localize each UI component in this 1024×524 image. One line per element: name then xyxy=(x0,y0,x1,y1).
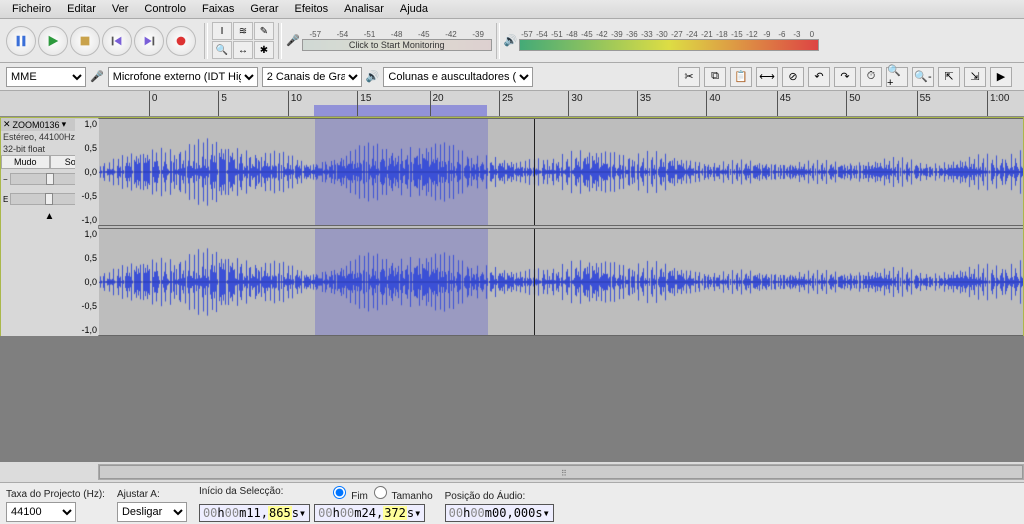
snap-select[interactable]: Desligar xyxy=(117,502,187,522)
speaker-device-icon: 🔊 xyxy=(366,70,380,83)
pan-slider[interactable] xyxy=(10,193,88,205)
waveform-display[interactable]: 1,00,50,0-0,5-1,0 1,00,50,0-0,5-1,0 xyxy=(99,118,1023,336)
track-close-icon[interactable]: ✕ xyxy=(3,119,11,130)
tracks-area: ✕ ZOOM0136 ▾ Estéreo, 44100Hz 32-bit flo… xyxy=(0,117,1024,337)
transport-controls xyxy=(2,26,200,56)
stop-button[interactable] xyxy=(70,26,100,56)
tool-palette: I ≋ ✎ 🔍 ↔ ✱ xyxy=(212,22,274,59)
project-rate-select[interactable]: 44100 xyxy=(6,502,76,522)
horizontal-scrollbar[interactable]: ⠿ xyxy=(98,464,1024,480)
monitoring-hint[interactable]: Click to Start Monitoring xyxy=(303,40,491,50)
sync-lock-button[interactable]: ⏱ xyxy=(860,67,882,87)
menu-analisar[interactable]: Analisar xyxy=(336,1,392,17)
fit-project-button[interactable]: ⇲ xyxy=(964,67,986,87)
device-toolbar: MME 🎤 Microfone externo (IDT High D 2 Ca… xyxy=(0,63,1024,91)
mic-device-icon: 🎤 xyxy=(90,70,104,83)
gain-slider[interactable] xyxy=(10,173,90,185)
audio-position-time[interactable]: 00 h 00 m 00,000 s▾ xyxy=(445,504,554,522)
menu-editar[interactable]: Editar xyxy=(59,1,104,17)
fit-selection-button[interactable]: ⇱ xyxy=(938,67,960,87)
skip-start-button[interactable] xyxy=(102,26,132,56)
redo-button[interactable]: ↷ xyxy=(834,67,856,87)
skip-end-button[interactable] xyxy=(134,26,164,56)
menu-bar: Ficheiro Editar Ver Controlo Faixas Gera… xyxy=(0,0,1024,19)
envelope-tool[interactable]: ≋ xyxy=(233,22,253,40)
input-device-select[interactable]: Microfone externo (IDT High D xyxy=(108,67,258,87)
pause-button[interactable] xyxy=(6,26,36,56)
zoom-out-button[interactable]: 🔍- xyxy=(912,67,934,87)
menu-controlo[interactable]: Controlo xyxy=(136,1,194,17)
length-radio[interactable]: Tamanho xyxy=(374,486,433,502)
zoom-tool[interactable]: 🔍 xyxy=(212,41,232,59)
end-radio[interactable]: Fim xyxy=(333,486,367,502)
mic-icon: 🎤 xyxy=(286,34,300,47)
track-collapse-button[interactable]: ▲ xyxy=(1,209,98,224)
menu-gerar[interactable]: Gerar xyxy=(242,1,286,17)
silence-button[interactable]: ⊘ xyxy=(782,67,804,87)
menu-ficheiro[interactable]: Ficheiro xyxy=(4,1,59,17)
solo-button[interactable]: Solo xyxy=(50,155,99,169)
audio-position-label: Posição do Áudio: xyxy=(445,491,554,502)
paste-button[interactable]: 📋 xyxy=(730,67,752,87)
cut-button[interactable]: ✂ xyxy=(678,67,700,87)
audio-host-select[interactable]: MME xyxy=(6,67,86,87)
selection-start-time[interactable]: 00 h 00 m 11,865 s▾ xyxy=(199,504,310,522)
toolbar-main: I ≋ ✎ 🔍 ↔ ✱ 🎤 -57-54-51-48-45-42-39 Clic… xyxy=(0,19,1024,63)
track-format-info: Estéreo, 44100Hz xyxy=(1,131,98,143)
selection-start-label: Início da Selecção: xyxy=(199,486,284,502)
playback-meter[interactable]: 🔊 -57-54-51-48-45-42-39-36-33-30-27-24-2… xyxy=(504,30,820,51)
zoom-in-button[interactable]: 🔍+ xyxy=(886,67,908,87)
play-button[interactable] xyxy=(38,26,68,56)
track-bitdepth-info: 32-bit float xyxy=(1,143,98,155)
project-rate-label: Taxa do Projecto (Hz): xyxy=(6,489,105,500)
selection-toolbar: Taxa do Projecto (Hz): 44100 Ajustar A: … xyxy=(0,482,1024,524)
record-button[interactable] xyxy=(166,26,196,56)
empty-track-space xyxy=(0,336,1024,462)
speaker-icon: 🔊 xyxy=(504,34,518,47)
snap-label: Ajustar A: xyxy=(117,489,187,500)
multi-tool[interactable]: ✱ xyxy=(254,41,274,59)
output-device-select[interactable]: Colunas e auscultadores (IDT xyxy=(383,67,533,87)
undo-button[interactable]: ↶ xyxy=(808,67,830,87)
play-at-speed-button[interactable]: ▶ xyxy=(990,67,1012,87)
timeline-ruler[interactable]: -505101520253035404550551:001:051:10 xyxy=(0,91,1024,117)
track-name[interactable]: ZOOM0136 xyxy=(13,120,60,130)
menu-ver[interactable]: Ver xyxy=(104,1,137,17)
mute-button[interactable]: Mudo xyxy=(1,155,50,169)
selection-tool[interactable]: I xyxy=(212,22,232,40)
trim-button[interactable]: ⟷ xyxy=(756,67,778,87)
menu-faixas[interactable]: Faixas xyxy=(194,1,242,17)
recording-meter[interactable]: 🎤 -57-54-51-48-45-42-39 Click to Start M… xyxy=(286,30,492,51)
selection-end-time[interactable]: 00 h 00 m 24,372 s▾ xyxy=(314,504,425,522)
menu-efeitos[interactable]: Efeitos xyxy=(287,1,337,17)
track-control-panel[interactable]: ✕ ZOOM0136 ▾ Estéreo, 44100Hz 32-bit flo… xyxy=(1,118,99,336)
track-menu-icon[interactable]: ▾ xyxy=(62,119,67,130)
copy-button[interactable]: ⧉ xyxy=(704,67,726,87)
menu-ajuda[interactable]: Ajuda xyxy=(392,1,436,17)
timeshift-tool[interactable]: ↔ xyxy=(233,41,253,59)
draw-tool[interactable]: ✎ xyxy=(254,22,274,40)
edit-tools: ✂ ⧉ 📋 ⟷ ⊘ ↶ ↷ ⏱ 🔍+ 🔍- ⇱ ⇲ ▶ xyxy=(672,67,1018,87)
input-channels-select[interactable]: 2 Canais de Grava xyxy=(262,67,362,87)
